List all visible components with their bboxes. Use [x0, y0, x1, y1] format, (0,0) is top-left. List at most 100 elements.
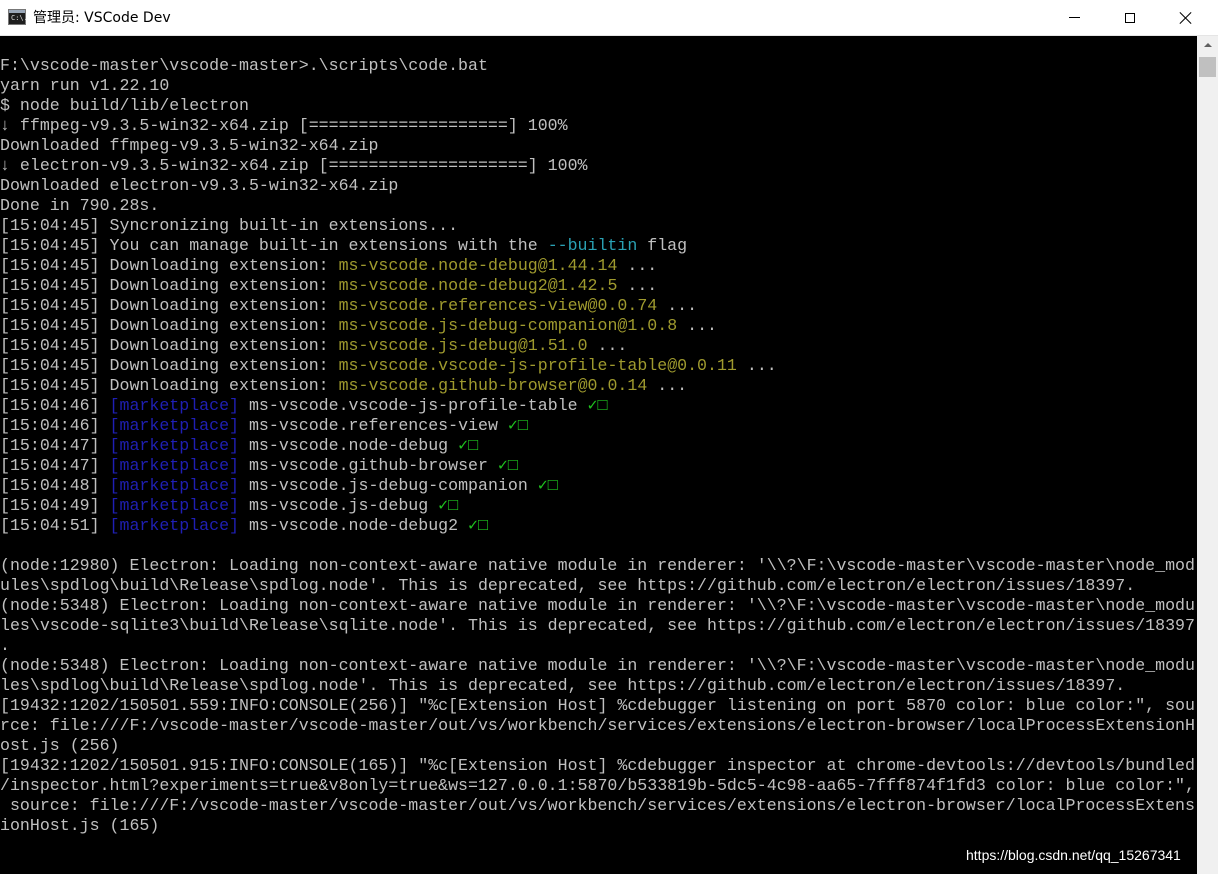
vertical-scrollbar[interactable] [1197, 36, 1218, 874]
scroll-thumb[interactable] [1199, 57, 1216, 77]
console-text: [15:04:45] Downloading extension: [0, 256, 339, 275]
console-text: ✓□ [507, 416, 528, 435]
console-text: ms-vscode.js-debug-companion@1.0.8 [338, 316, 678, 335]
chevron-up-icon [1203, 42, 1212, 47]
console-text: [marketplace] [109, 456, 239, 475]
console-text: ... [617, 276, 658, 295]
console-text: ↓ ffmpeg-v9.3.5-win32-x64.zip [=========… [0, 116, 568, 135]
console-line: [15:04:47] [marketplace] ms-vscode.githu… [0, 456, 1197, 476]
console-line: [15:04:47] [marketplace] ms-vscode.node-… [0, 436, 1197, 456]
console-text: [15:04:47] [0, 456, 110, 475]
console-text: ms-vscode.vscode-js-profile-table@0.0.11 [338, 356, 737, 375]
console-text: ✓□ [587, 396, 608, 415]
console-text: [15:04:45] Downloading extension: [0, 356, 339, 375]
console-line: [15:04:46] [marketplace] ms-vscode.vscod… [0, 396, 1197, 416]
console-line: ules\spdlog\build\Release\spdlog.node'. … [0, 576, 1197, 596]
console-line: ↓ electron-v9.3.5-win32-x64.zip [=======… [0, 156, 1197, 176]
console-text: ms-vscode.references-view [239, 416, 508, 435]
console-text: (node:5348) Electron: Loading non-contex… [0, 596, 1195, 615]
console-line: [15:04:45] Downloading extension: ms-vsc… [0, 376, 1197, 396]
console-text: Downloaded ffmpeg-v9.3.5-win32-x64.zip [0, 136, 379, 155]
console-text: les\vscode-sqlite3\build\Release\sqlite.… [0, 616, 1195, 635]
console-text: ↓ electron-v9.3.5-win32-x64.zip [=======… [0, 156, 588, 175]
console-text: ms-vscode.github-browser [239, 456, 498, 475]
console-text: ms-vscode.js-debug@1.51.0 [338, 336, 588, 355]
console-text: ms-vscode.node-debug [239, 436, 459, 455]
console-text: les\spdlog\build\Release\spdlog.node'. T… [0, 676, 1126, 695]
console-text: Done in 790.28s. [0, 196, 160, 215]
console-text: ms-vscode.js-debug-companion [239, 476, 538, 495]
console-icon-prompt: C:\. [11, 14, 28, 22]
console-text: [15:04:45] Syncronizing built-in extensi… [0, 216, 459, 235]
title-bar[interactable]: C:\. 管理员: VSCode Dev [0, 0, 1218, 36]
close-button[interactable] [1158, 0, 1214, 35]
console-line: [15:04:45] Downloading extension: ms-vsc… [0, 316, 1197, 336]
console-text: [marketplace] [109, 516, 239, 535]
console-text: yarn run v1.22.10 [0, 76, 170, 95]
console-text: ms-vscode.vscode-js-profile-table [239, 396, 588, 415]
console-text: [15:04:45] Downloading extension: [0, 376, 339, 395]
console-text: [15:04:45] Downloading extension: [0, 336, 339, 355]
console-line: [15:04:45] Syncronizing built-in extensi… [0, 216, 1197, 236]
console-text: [15:04:47] [0, 436, 110, 455]
console-text: [15:04:45] You can manage built-in exten… [0, 236, 548, 255]
console-text: [15:04:51] [0, 516, 110, 535]
console-text: flag [637, 236, 688, 255]
console-line: [15:04:45] Downloading extension: ms-vsc… [0, 256, 1197, 276]
console-text: [marketplace] [109, 436, 239, 455]
console-text: ✓□ [537, 476, 558, 495]
console-line: Downloaded ffmpeg-v9.3.5-win32-x64.zip [0, 136, 1197, 156]
console-text: ✓□ [458, 436, 479, 455]
console-line: [15:04:45] Downloading extension: ms-vsc… [0, 296, 1197, 316]
console-text: source: file:///F:/vscode-master/vscode-… [0, 796, 1195, 815]
scroll-up-button[interactable] [1197, 36, 1218, 53]
console-text: ost.js (256) [0, 736, 120, 755]
console-text: ms-vscode.node-debug@1.44.14 [338, 256, 618, 275]
console-text: ✓□ [468, 516, 488, 535]
console-text: [15:04:46] [0, 416, 110, 435]
maximize-button[interactable] [1102, 0, 1158, 35]
console-line: $ node build/lib/electron [0, 96, 1197, 116]
console-line: source: file:///F:/vscode-master/vscode-… [0, 796, 1197, 816]
console-text: ules\spdlog\build\Release\spdlog.node'. … [0, 576, 1136, 595]
console-line: (node:5348) Electron: Loading non-contex… [0, 656, 1197, 676]
console-text: [marketplace] [109, 416, 239, 435]
console-text: --builtin [547, 236, 638, 255]
console-text: . [0, 636, 10, 655]
console-text: ... [657, 296, 698, 315]
close-icon [1180, 12, 1192, 24]
console-text: [marketplace] [109, 496, 239, 515]
console-text: [15:04:45] Downloading extension: [0, 296, 339, 315]
console-text: [15:04:45] Downloading extension: [0, 316, 339, 335]
console-line: [19432:1202/150501.915:INFO:CONSOLE(165)… [0, 756, 1197, 776]
console-text: [19432:1202/150501.559:INFO:CONSOLE(256)… [0, 696, 1195, 715]
console-text: ms-vscode.node-debug2@1.42.5 [338, 276, 618, 295]
console-text: ... [617, 256, 658, 275]
console-line: [15:04:45] You can manage built-in exten… [0, 236, 1197, 256]
console-text: ... [647, 376, 688, 395]
minimize-icon [1068, 17, 1080, 18]
console-text: (node:12980) Electron: Loading non-conte… [0, 556, 1195, 575]
console-text: ✓□ [438, 496, 459, 515]
console-line: ost.js (256) [0, 736, 1197, 756]
watermark: https://blog.csdn.net/qq_15267341 [966, 847, 1181, 863]
console-line: [15:04:51] [marketplace] ms-vscode.node-… [0, 516, 1197, 536]
console-text: /inspector.html?experiments=true&v8only=… [0, 776, 1195, 795]
console-icon[interactable]: C:\. [8, 9, 28, 25]
console-output[interactable]: F:\vscode-master\vscode-master>.\scripts… [0, 36, 1197, 874]
window-title: 管理员: VSCode Dev [33, 10, 171, 26]
console-line: les\vscode-sqlite3\build\Release\sqlite.… [0, 616, 1197, 636]
console-text: F:\vscode-master\vscode-master>.\scripts… [0, 56, 488, 75]
console-text: [15:04:46] [0, 396, 110, 415]
console-text: [marketplace] [109, 396, 239, 415]
console-line: (node:12980) Electron: Loading non-conte… [0, 556, 1197, 576]
console-text: [19432:1202/150501.915:INFO:CONSOLE(165)… [0, 756, 1195, 775]
console-line: [15:04:49] [marketplace] ms-vscode.js-de… [0, 496, 1197, 516]
minimize-button[interactable] [1046, 0, 1102, 35]
console-line: [15:04:46] [marketplace] ms-vscode.refer… [0, 416, 1197, 436]
console-text: Downloaded electron-v9.3.5-win32-x64.zip [0, 176, 399, 195]
console-line: [19432:1202/150501.559:INFO:CONSOLE(256)… [0, 696, 1197, 716]
console-line: ↓ ffmpeg-v9.3.5-win32-x64.zip [=========… [0, 116, 1197, 136]
console-line: ionHost.js (165) [0, 816, 1197, 836]
console-text: [15:04:45] Downloading extension: [0, 276, 339, 295]
